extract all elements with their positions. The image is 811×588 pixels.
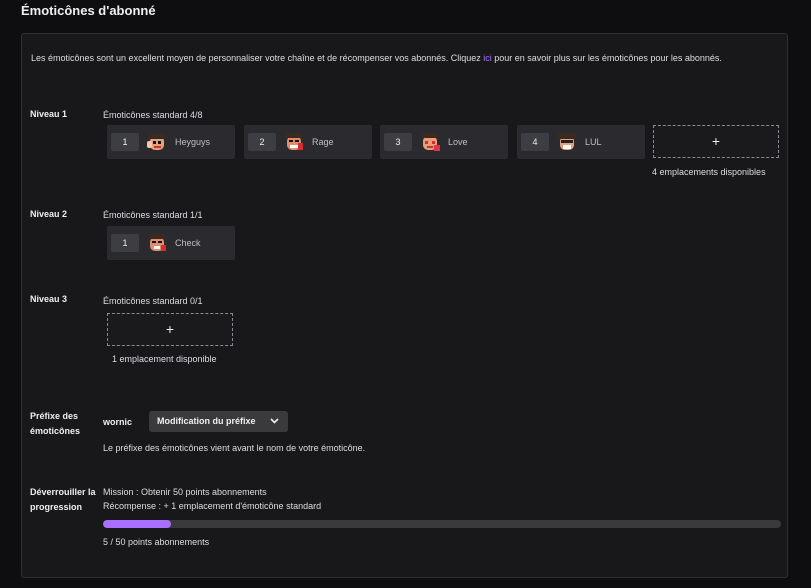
slot-number: 1 bbox=[111, 234, 139, 252]
emote-name: Heyguys bbox=[175, 137, 211, 147]
tier-2-slots-count: Émoticônes standard 1/1 bbox=[103, 210, 203, 220]
subscriber-emotes-panel: Les émoticônes sont un excellent moyen d… bbox=[21, 33, 788, 578]
slot-number: 3 bbox=[384, 133, 412, 151]
emote-name: LUL bbox=[585, 137, 602, 147]
emote-slot-rage[interactable]: 2 Rage bbox=[244, 125, 372, 159]
intro-text-before: Les émoticônes sont un excellent moyen d… bbox=[31, 53, 484, 63]
progress-bar bbox=[103, 520, 781, 528]
tier-3-label: Niveau 3 bbox=[30, 294, 68, 304]
tier-1-slots-count: Émoticônes standard 4/8 bbox=[103, 110, 203, 120]
prefix-value: wornic bbox=[103, 417, 133, 427]
emote-slot-love[interactable]: 3 Love bbox=[380, 125, 508, 159]
add-emote-button-tier-1[interactable]: + bbox=[653, 125, 779, 158]
emote-slot-lul[interactable]: 4 LUL bbox=[517, 125, 645, 159]
edit-prefix-button[interactable]: Modification du préfixe bbox=[149, 411, 288, 432]
love-emote-icon bbox=[422, 133, 440, 151]
reward-text: Récompense : + 1 emplacement d'émoticône… bbox=[103, 501, 322, 511]
chevron-down-icon bbox=[270, 418, 279, 424]
progression-label-line-1: Déverrouiller la bbox=[30, 487, 96, 497]
page-title: Émoticônes d'abonné bbox=[21, 3, 156, 18]
progress-text: 5 / 50 points abonnements bbox=[103, 537, 210, 547]
emote-name: Love bbox=[448, 137, 468, 147]
intro-text-after: pour en savoir plus sur les émoticônes p… bbox=[491, 53, 722, 63]
add-emote-button-tier-3[interactable]: + bbox=[107, 313, 233, 346]
progression-label: Déverrouiller la progression bbox=[30, 485, 96, 515]
slot-number: 2 bbox=[248, 133, 276, 151]
intro-text: Les émoticônes sont un excellent moyen d… bbox=[31, 52, 781, 65]
emote-name: Check bbox=[175, 238, 201, 248]
prefix-label-line-2: émoticônes bbox=[30, 426, 81, 436]
slot-number: 4 bbox=[521, 133, 549, 151]
prefix-label-line-1: Préfixe des bbox=[30, 411, 79, 421]
tier-2-label: Niveau 2 bbox=[30, 209, 68, 219]
progression-label-line-2: progression bbox=[30, 502, 83, 512]
emote-name: Rage bbox=[312, 137, 334, 147]
prefix-label: Préfixe des émoticônes bbox=[30, 409, 80, 439]
emote-slot-heyguys[interactable]: 1 Heyguys bbox=[107, 125, 235, 159]
prefix-description: Le préfixe des émoticônes vient avant le… bbox=[103, 443, 366, 453]
tier-3-slots-count: Émoticônes standard 0/1 bbox=[103, 296, 203, 306]
check-emote-icon bbox=[149, 234, 166, 251]
learn-more-link[interactable]: ici bbox=[483, 53, 492, 63]
progress-bar-fill bbox=[103, 520, 171, 528]
rage-emote-icon bbox=[286, 133, 303, 150]
tier-3-available-slots: 1 emplacement disponible bbox=[112, 354, 217, 364]
emote-slot-check[interactable]: 1 Check bbox=[107, 226, 235, 260]
tier-1-available-slots: 4 emplacements disponibles bbox=[652, 167, 766, 177]
heyguys-emote-icon bbox=[147, 134, 165, 150]
mission-text: Mission : Obtenir 50 points abonnements bbox=[103, 487, 267, 497]
lul-emote-icon bbox=[558, 133, 576, 150]
edit-prefix-button-label: Modification du préfixe bbox=[157, 416, 256, 426]
tier-1-label: Niveau 1 bbox=[30, 109, 68, 119]
slot-number: 1 bbox=[111, 133, 139, 151]
